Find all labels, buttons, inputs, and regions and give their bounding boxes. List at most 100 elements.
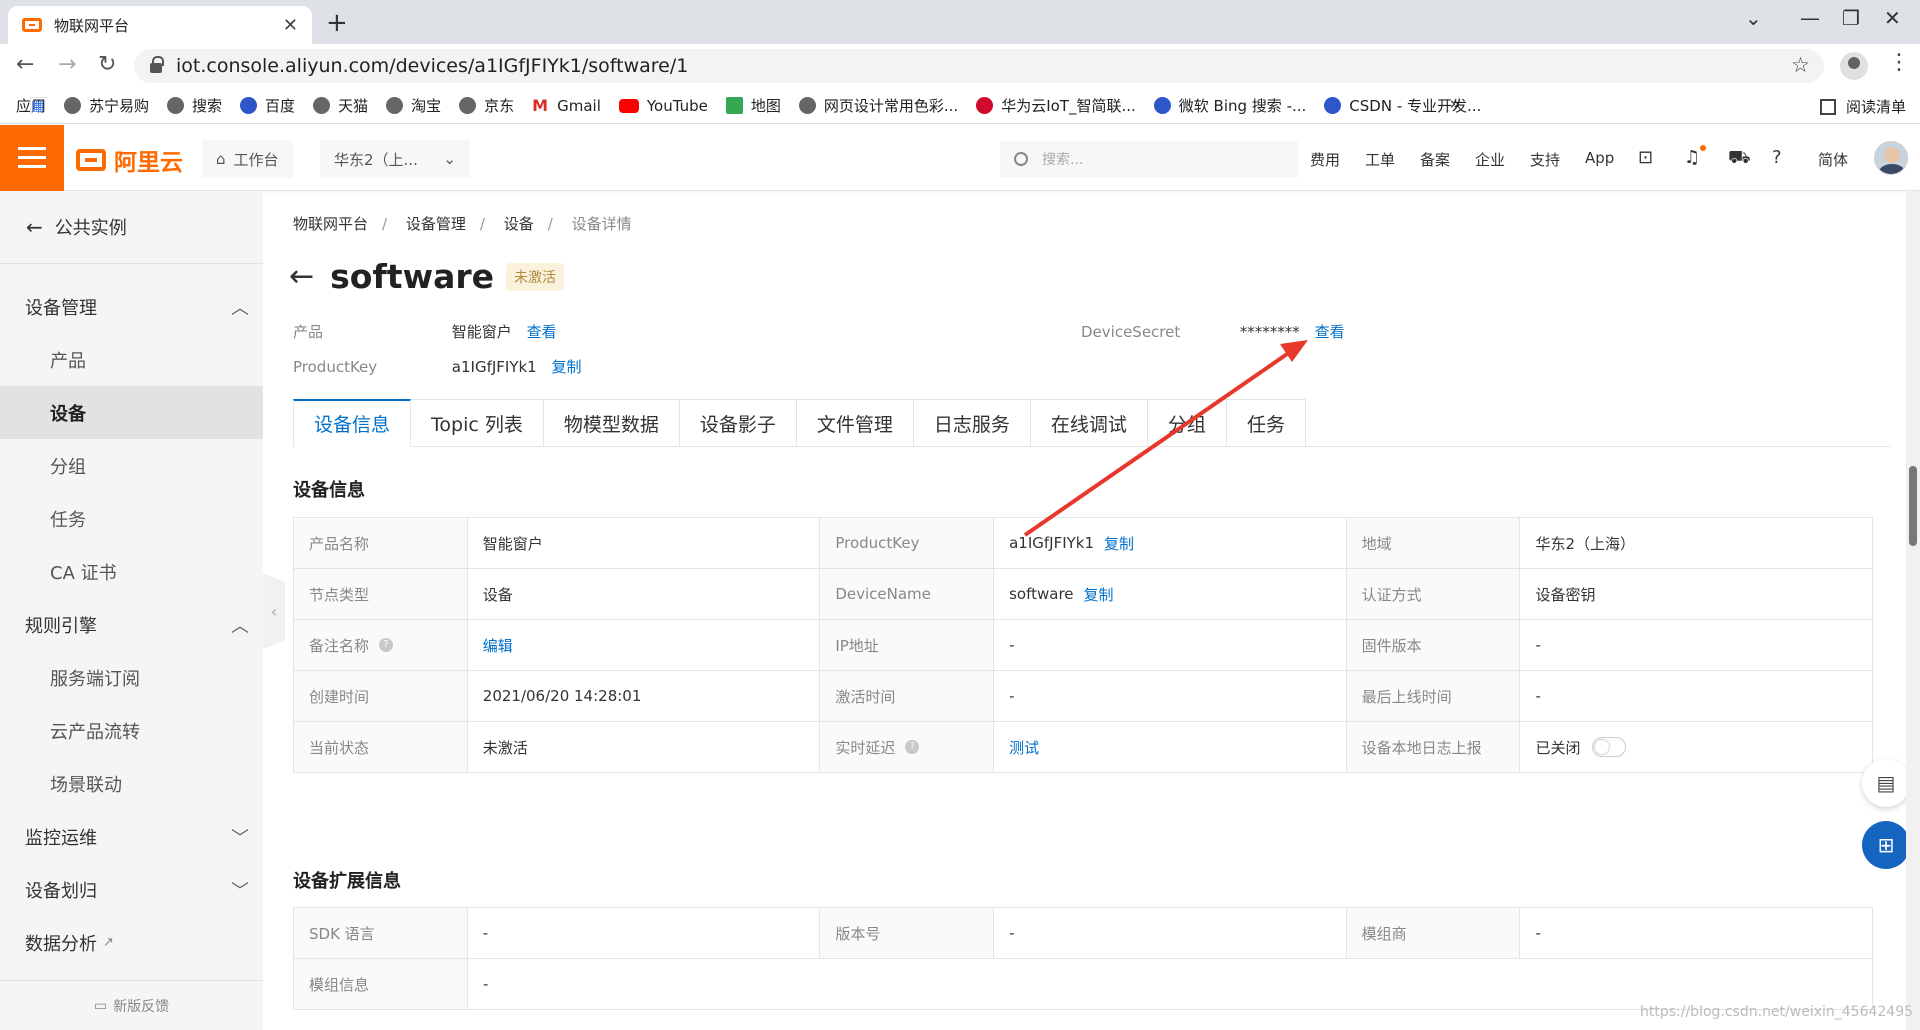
header-link-enterprise[interactable]: 企业	[1475, 149, 1505, 170]
bookmark-huawei[interactable]: 华为云IoT_智简联...	[976, 95, 1136, 116]
tab-file-management[interactable]: 文件管理	[796, 399, 914, 447]
bookmark-star-icon[interactable]: ☆	[1791, 53, 1810, 77]
tab-log-service[interactable]: 日志服务	[913, 399, 1031, 447]
bookmark-suning[interactable]: 苏宁易购	[64, 95, 149, 116]
page-scrollbar[interactable]	[1906, 191, 1920, 1030]
bookmark-baidu[interactable]: 百度	[240, 95, 295, 116]
reading-list[interactable]: 阅读清单	[1819, 96, 1906, 117]
bell-icon[interactable]: ♫	[1684, 147, 1700, 168]
bookmark-gmail[interactable]: M Gmail	[532, 97, 601, 115]
help-question-icon[interactable]: ?	[379, 638, 394, 652]
test-latency-link[interactable]: 测试	[1009, 737, 1039, 758]
feedback-button[interactable]: ▭ 新版反馈	[0, 980, 263, 1030]
meta-productkey-value: a1IGfJFIYk1	[451, 358, 537, 376]
avatar[interactable]	[1874, 141, 1908, 175]
sidebar-item-group[interactable]: 分组	[0, 439, 263, 492]
language-switch[interactable]: 简体	[1818, 149, 1848, 170]
back-arrow-icon[interactable]: ←	[289, 259, 314, 294]
chevron-down-icon: ﹀	[231, 881, 249, 902]
cell-key: 模组商	[1346, 908, 1521, 959]
cell-key: 地域	[1346, 518, 1521, 569]
maximize-icon[interactable]: ❐	[1842, 6, 1860, 30]
bookmark-taobao[interactable]: 淘宝	[386, 95, 441, 116]
copy-devicename-link[interactable]: 复制	[1084, 584, 1114, 605]
sidebar-group-device-management[interactable]: 设备管理 ︿	[0, 280, 263, 333]
cell-key: 当前状态	[294, 722, 468, 773]
tab-search-icon[interactable]: ⌄	[1745, 6, 1762, 30]
new-tab-icon[interactable]: +	[326, 8, 348, 38]
apps-quick-button[interactable]: ⊞	[1862, 821, 1910, 869]
sidebar-group-data-analysis[interactable]: 数据分析 ↗	[0, 916, 263, 969]
copy-productkey-link[interactable]: 复制	[552, 358, 582, 376]
cell-value: -	[1520, 908, 1873, 959]
sidebar-back-public-instance[interactable]: ← 公共实例	[0, 191, 263, 264]
sidebar-group-device-assignment[interactable]: 设备划归 ﹀	[0, 863, 263, 916]
sidebar-item-server-subscription[interactable]: 服务端订阅	[0, 651, 263, 704]
region-selector[interactable]: 华东2（上... ⌄	[320, 140, 470, 178]
header-link-icp[interactable]: 备案	[1420, 149, 1450, 170]
console-search-input[interactable]: 搜索...	[1000, 141, 1298, 177]
back-icon[interactable]: ←	[16, 52, 34, 77]
bookmark-jd[interactable]: 京东	[459, 95, 514, 116]
bookmark-youtube[interactable]: YouTube	[618, 97, 708, 115]
sidebar-item-task[interactable]: 任务	[0, 492, 263, 545]
cell-value: 测试	[994, 722, 1347, 773]
bookmark-search[interactable]: 搜索	[167, 95, 222, 116]
close-icon[interactable]: ✕	[283, 15, 298, 36]
table-row: 备注名称? 编辑 IP地址 - 固件版本 -	[294, 620, 1873, 671]
tab-thing-model-data[interactable]: 物模型数据	[543, 399, 680, 447]
help-icon[interactable]: ?	[1772, 147, 1782, 168]
cell-value: 华东2（上海）	[1520, 518, 1873, 569]
local-log-toggle[interactable]	[1592, 737, 1627, 757]
bookmarks-more[interactable]: »	[1450, 94, 1460, 114]
edit-remark-link[interactable]: 编辑	[483, 635, 513, 656]
lock-icon	[150, 56, 164, 73]
terminal-icon[interactable]: ⊡	[1638, 147, 1653, 168]
copy-productkey-table-link[interactable]: 复制	[1104, 533, 1134, 554]
minimize-icon[interactable]: —	[1800, 6, 1820, 30]
breadcrumb-iot-platform[interactable]: 物联网平台	[293, 215, 368, 233]
header-link-support[interactable]: 支持	[1530, 149, 1560, 170]
bookmark-tmall[interactable]: 天猫	[313, 95, 368, 116]
sidebar-item-device[interactable]: 设备	[0, 386, 263, 439]
reading-list-icon	[1819, 98, 1836, 115]
chat-feedback-button[interactable]: ▤	[1862, 759, 1910, 807]
tab-task[interactable]: 任务	[1226, 399, 1306, 447]
browser-toolbar: ← → ↻ iot.console.aliyun.com/devices/a1I…	[0, 44, 1920, 88]
tab-online-debug[interactable]: 在线调试	[1030, 399, 1148, 447]
reload-icon[interactable]: ↻	[98, 52, 116, 77]
sidebar-item-ca-cert[interactable]: CA 证书	[0, 545, 263, 598]
menu-kebab-icon[interactable]: ⋮	[1888, 50, 1910, 75]
tab-device-shadow[interactable]: 设备影子	[679, 399, 797, 447]
bookmark-map[interactable]: 地图	[725, 95, 781, 116]
window-close-icon[interactable]: ✕	[1884, 6, 1901, 30]
address-bar[interactable]: iot.console.aliyun.com/devices/a1IGfJFIY…	[134, 49, 1824, 83]
scrollbar-thumb[interactable]	[1909, 466, 1917, 546]
sidebar-item-scene-linkage[interactable]: 场景联动	[0, 757, 263, 810]
header-link-fee[interactable]: 费用	[1310, 149, 1340, 170]
sidebar-group-monitoring[interactable]: 监控运维 ﹀	[0, 810, 263, 863]
breadcrumb-device-management[interactable]: 设备管理	[406, 215, 466, 233]
sidebar-item-product[interactable]: 产品	[0, 333, 263, 386]
cart-icon[interactable]: ⛟	[1728, 147, 1751, 171]
hamburger-menu-icon[interactable]	[0, 125, 64, 191]
header-link-ticket[interactable]: 工单	[1365, 149, 1395, 170]
tab-device-info[interactable]: 设备信息	[293, 399, 412, 447]
browser-tab[interactable]: 物联网平台 ✕	[8, 6, 312, 44]
forward-icon[interactable]: →	[58, 52, 76, 77]
workbench-button[interactable]: ⌂ 工作台	[202, 140, 293, 178]
bookmark-bing[interactable]: 微软 Bing 搜索 -...	[1153, 95, 1306, 116]
tab-group[interactable]: 分组	[1147, 399, 1227, 447]
help-question-icon[interactable]: ?	[905, 740, 920, 754]
breadcrumb-device[interactable]: 设备	[504, 215, 534, 233]
header-link-app[interactable]: App	[1585, 149, 1614, 167]
tab-topic-list[interactable]: Topic 列表	[411, 399, 544, 447]
sidebar-group-rule-engine[interactable]: 规则引擎 ︿	[0, 598, 263, 651]
bookmark-apps[interactable]: ▦ 应用	[16, 95, 47, 116]
view-devicesecret-link[interactable]: 查看	[1315, 323, 1345, 341]
view-product-link[interactable]: 查看	[527, 323, 557, 341]
profile-icon[interactable]	[1840, 52, 1868, 80]
sidebar-item-data-forwarding[interactable]: 云产品流转	[0, 704, 263, 757]
aliyun-logo[interactable]: 阿里云	[76, 143, 183, 177]
bookmark-colors[interactable]: 网页设计常用色彩...	[798, 95, 958, 116]
